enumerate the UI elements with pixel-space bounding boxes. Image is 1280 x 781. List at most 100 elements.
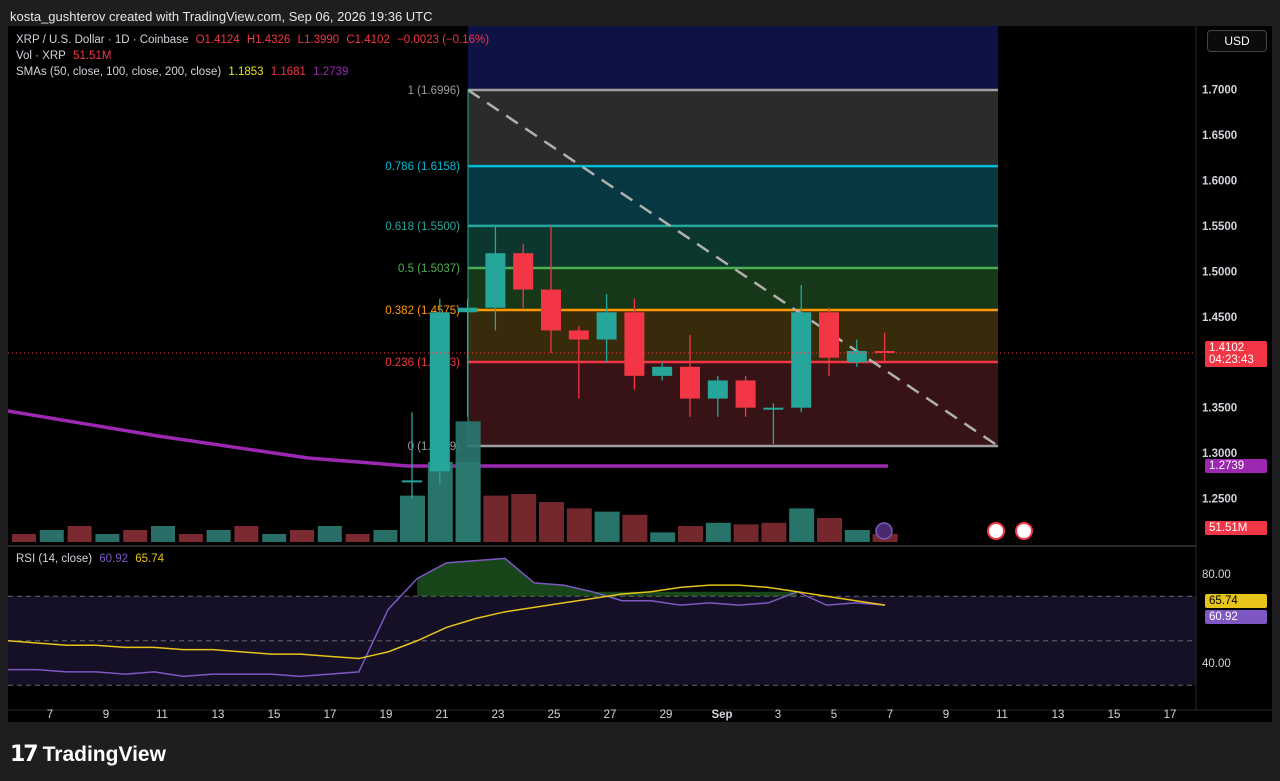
volume-bar [650, 532, 676, 542]
volume-bar [234, 526, 259, 542]
candle-body [763, 407, 784, 410]
author-credit: kosta_gushterov created with TradingView… [10, 9, 433, 24]
candle-body [596, 312, 617, 340]
time-tick-label: 9 [943, 709, 949, 721]
time-tick-label: 15 [1108, 709, 1121, 721]
time-tick-label: 15 [268, 709, 281, 721]
volume-bar [594, 511, 620, 542]
volume-bar [511, 494, 537, 542]
ohlc-open: O1.4124 [195, 34, 240, 46]
legend-volume-row[interactable]: Vol · XRP 51.51M [16, 50, 115, 62]
price-tick-label: 1.5500 [1202, 221, 1237, 233]
candle-body [485, 253, 506, 308]
volume-bar [151, 526, 175, 542]
time-tick-label: 7 [887, 709, 893, 721]
volume-bar [67, 526, 92, 542]
rsi-value: 60.92 [99, 553, 129, 565]
candle-body [541, 289, 561, 331]
last-price-tag: 1.4102 04:23:43 [1205, 341, 1267, 367]
rsi-tick-label: 80.00 [1202, 569, 1231, 581]
volume-bar [39, 530, 64, 542]
fib-level-label: 0.618 (1.5500) [385, 221, 460, 233]
tradingview-logo[interactable]: 17 TradingView [10, 742, 166, 767]
volume-bar [678, 526, 703, 542]
ohlc-close: C1.4102 [346, 34, 390, 46]
volume-bar [12, 534, 36, 542]
time-tick-label: 29 [660, 709, 673, 721]
time-tick-label: 17 [324, 709, 337, 721]
chart-canvas[interactable]: 1.7000 1.6500 1.6000 1.5500 1.5000 1.4500 1.35… [8, 26, 1272, 722]
time-tick-label: 7 [47, 709, 53, 721]
price-tick-label: 1.2500 [1202, 494, 1237, 506]
fib-zone [468, 225, 998, 269]
candle-body [429, 312, 450, 472]
time-tick-label: 3 [775, 709, 781, 721]
price-tick-label: 1.3500 [1202, 403, 1237, 415]
fib-zone [468, 89, 998, 167]
volume-bar [178, 534, 203, 542]
volume-bar [290, 530, 314, 542]
volume-bar [705, 522, 731, 542]
time-tick-label: 11 [156, 709, 168, 721]
time-tick-label: Sep [711, 709, 732, 721]
rsi-label: RSI (14, close) [16, 553, 93, 565]
volume-bar [455, 421, 481, 542]
sma200-value: 1.2739 [313, 66, 349, 78]
sma200-price-tag: 1.2739 [1205, 459, 1267, 473]
lightning-icon [875, 522, 893, 540]
legend-rsi-row[interactable]: RSI (14, close) 60.92 65.74 [16, 553, 168, 565]
legend-symbol-row[interactable]: XRP / U.S. Dollar · 1D · Coinbase O1.412… [16, 34, 493, 46]
time-tick-label: 23 [492, 709, 505, 721]
volume-bar [761, 522, 787, 542]
tradingview-logo-icon: 17 [10, 742, 39, 767]
candle-body [791, 312, 812, 408]
legend-sma-row[interactable]: SMAs (50, close, 100, close, 200, close)… [16, 66, 352, 78]
fib-level-label: 0.5 (1.5037) [398, 263, 460, 275]
price-tick-label: 1.5000 [1202, 266, 1237, 278]
rsi-ma-tag: 65.74 [1205, 594, 1267, 608]
candle-body [652, 366, 673, 376]
fib-zone [468, 361, 998, 446]
rsi-tag: 60.92 [1205, 610, 1267, 624]
time-tick-label: 21 [436, 709, 449, 721]
volume-bar [123, 530, 148, 542]
volume-bar [733, 524, 759, 542]
time-tick-label: 13 [212, 709, 225, 721]
sma50-value: 1.1853 [228, 66, 264, 78]
price-tick-label: 1.6000 [1202, 175, 1237, 187]
volume-bar [400, 495, 425, 542]
time-tick-label: 13 [1052, 709, 1065, 721]
volume-value: 51.51M [73, 50, 112, 62]
volume-bar [317, 526, 342, 542]
last-price: 1.4102 [1209, 342, 1245, 354]
sma-label: SMAs (50, close, 100, close, 200, close) [16, 66, 222, 78]
candle-body [402, 480, 422, 483]
candle-body [735, 380, 756, 408]
candle-body [457, 307, 478, 313]
candle-body [568, 330, 589, 340]
volume-label: Vol · XRP [16, 50, 66, 62]
time-tick-label: 19 [380, 709, 393, 721]
price-tick-label: 1.7000 [1202, 85, 1237, 97]
economic-event-icon [1015, 522, 1033, 540]
bar-countdown: 04:23:43 [1209, 354, 1254, 366]
volume-bar [844, 530, 870, 542]
candle-body [707, 380, 728, 399]
rsi-ma-value: 65.74 [135, 553, 165, 565]
volume-bar [817, 518, 842, 542]
economic-event-icon [987, 522, 1005, 540]
volume-bar [373, 530, 398, 542]
currency-button[interactable]: USD [1207, 30, 1267, 52]
ohlc-low: L1.3990 [297, 34, 340, 46]
time-tick-label: 17 [1164, 709, 1177, 721]
fib-level-label: 1 (1.6996) [408, 85, 461, 97]
volume-bar [539, 502, 564, 542]
chart-area[interactable]: 1.7000 1.6500 1.6000 1.5500 1.5000 1.4500 1.35… [8, 26, 1272, 722]
volume-bar [345, 534, 370, 542]
fib-zone [468, 166, 998, 226]
volume-bar [95, 534, 120, 542]
volume-bar [622, 514, 648, 542]
time-tick-label: 25 [548, 709, 561, 721]
volume-bar [262, 534, 287, 542]
candle-body [624, 312, 645, 376]
